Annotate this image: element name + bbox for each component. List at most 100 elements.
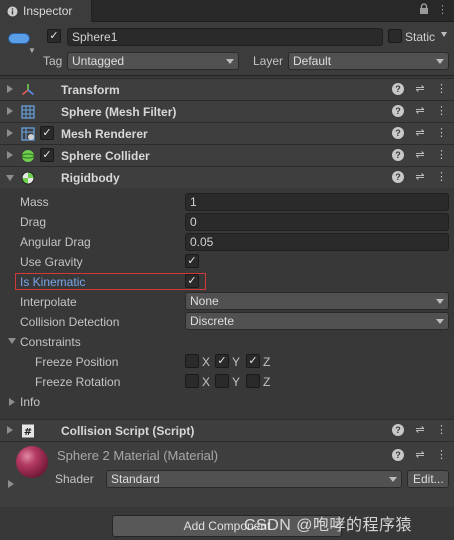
component-title: Sphere (Mesh Filter) [61, 105, 177, 119]
enabled-checkbox[interactable]: ✓ [40, 148, 54, 162]
foldout-arrow[interactable] [7, 151, 13, 159]
tab-inspector[interactable]: Inspector [0, 0, 92, 22]
foldout-arrow[interactable] [7, 107, 13, 115]
drag-label: Drag [20, 215, 47, 229]
foldout-arrow[interactable] [7, 426, 13, 434]
help-icon[interactable]: ? [392, 82, 404, 95]
collision-detection-dropdown[interactable]: Discrete [185, 312, 449, 330]
component-collision-script[interactable]: # Collision Script (Script) ? ⇌ ⋮ [0, 419, 454, 441]
sphere-collider-icon [21, 150, 35, 162]
component-title: Sphere Collider [61, 149, 150, 163]
freeze-rotation-y-checkbox[interactable] [215, 374, 229, 388]
help-icon[interactable]: ? [392, 423, 404, 436]
active-checkbox[interactable]: ✓ [47, 29, 61, 43]
script-icon: # [22, 424, 34, 438]
check-icon: ✓ [49, 29, 59, 42]
svg-text:#: # [24, 427, 32, 438]
presets-icon[interactable]: ⇌ [414, 126, 426, 139]
help-icon[interactable]: ? [392, 126, 404, 139]
help-icon[interactable]: ? [392, 448, 404, 461]
chevron-down-icon [436, 59, 444, 64]
watermark-text: CSDN @咆哮的程序猿 [244, 517, 413, 534]
info-icon [7, 6, 18, 16]
inspector-tabbar: Inspector ⋮ [0, 0, 454, 22]
layer-dropdown[interactable]: Default [288, 52, 449, 70]
axis-z-label: Z [263, 375, 271, 389]
presets-icon[interactable]: ⇌ [414, 148, 426, 161]
shader-dropdown[interactable]: Standard [106, 470, 402, 488]
component-tools: ? ⇌ ⋮ [392, 170, 447, 183]
static-checkbox[interactable] [388, 29, 402, 43]
layer-label: Layer [253, 54, 284, 68]
context-menu-icon[interactable]: ⋮ [436, 448, 447, 461]
drag-field[interactable]: 0 [185, 213, 449, 231]
help-icon[interactable]: ? [392, 148, 404, 161]
check-icon: ✓ [217, 354, 227, 367]
freeze-position-z-checkbox[interactable]: ✓ [246, 354, 260, 368]
foldout-arrow[interactable] [7, 85, 13, 93]
context-menu-icon[interactable]: ⋮ [436, 423, 447, 436]
interpolate-label: Interpolate [20, 295, 77, 309]
presets-icon[interactable]: ⇌ [414, 104, 426, 117]
info-label: Info [20, 395, 41, 409]
shader-label: Shader [55, 472, 94, 486]
foldout-arrow[interactable] [7, 129, 13, 137]
freeze-position-y-checkbox[interactable]: ✓ [215, 354, 229, 368]
help-icon[interactable]: ? [392, 170, 404, 183]
rigidbody-icon [21, 171, 35, 185]
freeze-rotation-label: Freeze Rotation [35, 375, 121, 389]
component-mesh-renderer[interactable]: ✓ Mesh Renderer ? ⇌ ⋮ [0, 122, 454, 144]
component-tools: ? ⇌ ⋮ [392, 126, 447, 139]
mesh-renderer-icon [21, 127, 35, 141]
component-rigidbody[interactable]: Rigidbody ? ⇌ ⋮ [0, 166, 454, 188]
chevron-down-icon [436, 319, 444, 324]
context-menu-icon[interactable]: ⋮ [436, 104, 447, 117]
component-transform[interactable]: Transform ? ⇌ ⋮ [0, 78, 454, 100]
edit-shader-button[interactable]: Edit... [407, 470, 449, 488]
gameobject-header: ▼ ✓ Sphere1 Static Tag Untagged Layer De… [0, 22, 454, 76]
mass-label: Mass [20, 195, 49, 209]
mass-field[interactable]: 1 [185, 193, 449, 211]
material-foldout[interactable] [8, 480, 14, 488]
interpolate-dropdown[interactable]: None [185, 292, 449, 310]
presets-icon[interactable]: ⇌ [414, 448, 426, 461]
component-tools: ? ⇌ ⋮ [392, 82, 447, 95]
presets-icon[interactable]: ⇌ [414, 423, 426, 436]
context-menu-icon[interactable]: ⋮ [436, 170, 447, 183]
enabled-checkbox[interactable]: ✓ [40, 126, 54, 140]
info-foldout[interactable] [9, 398, 15, 406]
presets-icon[interactable]: ⇌ [414, 82, 426, 95]
tab-title: Inspector [23, 4, 73, 18]
chevron-down-icon [226, 59, 234, 64]
axis-x-label: X [202, 375, 211, 389]
collision-detection-label: Collision Detection [20, 315, 120, 329]
help-icon[interactable]: ? [392, 104, 404, 117]
freeze-position-x-checkbox[interactable] [185, 354, 199, 368]
freeze-rotation-x-checkbox[interactable] [185, 374, 199, 388]
angular-drag-field[interactable]: 0.05 [185, 233, 449, 251]
use-gravity-checkbox[interactable]: ✓ [185, 254, 199, 268]
freeze-rotation-z-checkbox[interactable] [246, 374, 260, 388]
is-kinematic-label: Is Kinematic [20, 275, 86, 289]
menu-icon[interactable]: ⋮ [437, 3, 448, 16]
tag-dropdown[interactable]: Untagged [67, 52, 239, 70]
context-menu-icon[interactable]: ⋮ [436, 126, 447, 139]
use-gravity-label: Use Gravity [20, 255, 83, 269]
component-mesh-filter[interactable]: Sphere (Mesh Filter) ? ⇌ ⋮ [0, 100, 454, 122]
tab-tools: ⋮ [419, 3, 448, 16]
lock-icon[interactable] [419, 3, 429, 15]
material-title: Sphere 2 Material (Material) [57, 448, 219, 463]
presets-icon[interactable]: ⇌ [414, 170, 426, 183]
static-dropdown-arrow[interactable] [441, 32, 447, 37]
constraints-foldout[interactable] [8, 338, 16, 344]
icon-dropdown-arrow[interactable]: ▼ [28, 46, 36, 55]
foldout-arrow[interactable] [6, 175, 14, 181]
object-name-field[interactable]: Sphere1 [67, 28, 383, 46]
gameobject-icon[interactable] [8, 33, 30, 44]
context-menu-icon[interactable]: ⋮ [436, 82, 447, 95]
component-sphere-collider[interactable]: ✓ Sphere Collider ? ⇌ ⋮ [0, 144, 454, 166]
context-menu-icon[interactable]: ⋮ [436, 148, 447, 161]
check-icon: ✓ [248, 354, 258, 367]
is-kinematic-checkbox[interactable]: ✓ [185, 274, 199, 288]
axis-z-label: Z [263, 355, 271, 369]
